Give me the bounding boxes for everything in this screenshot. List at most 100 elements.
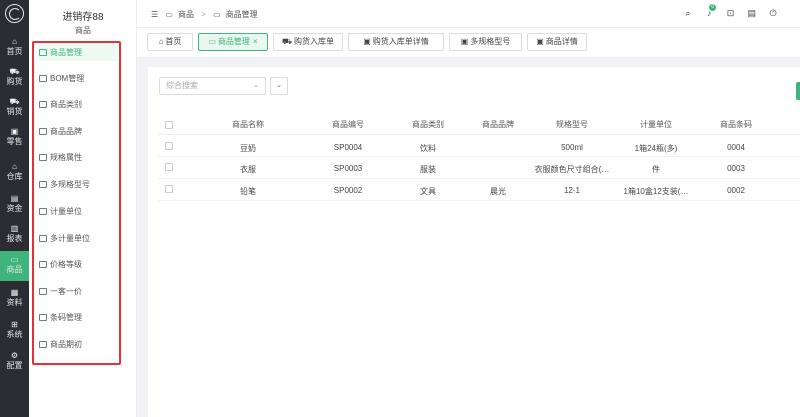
bell-icon[interactable]: ♪ 0	[704, 4, 717, 18]
menu-item-price-level[interactable]: 价格等级	[39, 257, 117, 273]
column-header: 商品编号	[332, 120, 364, 129]
menu-item-product-management[interactable]: 商品管理	[39, 45, 117, 61]
collapse-menu-icon[interactable]: ☰	[151, 10, 158, 19]
tab-purchase-receipt[interactable]: ⛟ 购货入库单	[273, 33, 343, 51]
table-cell: 衣服颜色尺寸组合(…	[534, 165, 610, 174]
row-divider	[158, 200, 800, 201]
menu-item-opening-stock[interactable]: 商品期初	[39, 337, 117, 353]
rail-item-products[interactable]: ▭ 商品	[0, 251, 29, 281]
menu-item-label: 多计量单位	[50, 234, 90, 243]
rail-item-label: 报表	[6, 234, 23, 243]
box-icon: ▭	[10, 255, 19, 264]
rail-item-label: 资金	[6, 204, 23, 213]
search-select[interactable]: 综合搜索 ⌄	[159, 77, 266, 95]
tab-label: 多规格型号	[470, 37, 511, 46]
row-checkbox[interactable]	[165, 163, 173, 171]
rail-item-home[interactable]: ⌂ 首页	[0, 33, 29, 62]
toolbar-icons: ⌕ ♪ 0 ⊡ ▤ ⏻	[674, 4, 778, 18]
menu-item-label: 规格属性	[50, 153, 82, 162]
rail-item-warehouse[interactable]: ⌂ 仓库	[0, 158, 29, 187]
menu-item-label: 计量单位	[50, 207, 82, 216]
rail-item-purchase[interactable]: ⛟ 购货	[0, 63, 29, 92]
home-icon: ⌂	[12, 37, 17, 46]
table-cell: 1箱10盒12支装(…	[623, 187, 689, 196]
table-cell: 晨光	[490, 187, 506, 196]
menu-item-unit[interactable]: 计量单位	[39, 204, 117, 220]
rail-item-label: 系统	[6, 330, 23, 339]
rail-item-data[interactable]: ▦ 资料	[0, 284, 29, 313]
scale-icon	[39, 208, 47, 215]
logo-icon	[5, 4, 24, 23]
sell-cart-icon: ⛟	[9, 97, 20, 106]
rail-item-finance[interactable]: ▤ 资金	[0, 190, 29, 219]
expand-filter-button[interactable]: ⌄	[270, 77, 288, 95]
menu-item-customer-price[interactable]: 一客一价	[39, 284, 117, 300]
table-cell: 件	[652, 165, 660, 174]
breadcrumb-item[interactable]: 商品	[178, 10, 194, 19]
select-all-checkbox[interactable]	[165, 121, 173, 129]
close-icon[interactable]: ×	[253, 37, 258, 46]
rail-item-label: 商品	[6, 265, 23, 274]
tag-icon	[39, 154, 47, 161]
menu-item-barcode[interactable]: 条码管理	[39, 310, 117, 326]
rail-item-sales[interactable]: ⛟ 销货	[0, 93, 29, 122]
rail-item-retail[interactable]: ▣ 零售	[0, 123, 29, 152]
menu-item-bom[interactable]: BOM管理	[39, 71, 117, 87]
menu-item-label: 商品类别	[50, 100, 82, 109]
menu-item-label: 多规格型号	[50, 180, 90, 189]
column-header: 商品条码	[720, 120, 752, 129]
menu-item-multi-spec[interactable]: 多规格型号	[39, 177, 117, 193]
barcode-icon	[39, 314, 47, 321]
menu-item-multi-unit[interactable]: 多计量单位	[39, 231, 117, 247]
section-title: 商品	[75, 26, 91, 35]
power-icon[interactable]: ⏻	[768, 8, 778, 18]
document-icon	[39, 75, 47, 82]
rail-item-label: 首页	[6, 47, 23, 56]
layers-icon: ▣	[460, 37, 469, 46]
tab-label: 商品管理	[217, 37, 250, 46]
table-cell: 饮料	[420, 144, 436, 153]
menu-item-spec-attributes[interactable]: 规格属性	[39, 150, 117, 166]
tab-bar: ⌂ 首页 ▭ 商品管理 × ⛟ 购货入库单 ▣ 购货入库单详情 ▣ 多规格型号 ▣ 商品详情	[137, 28, 800, 58]
top-bar: ☰ ▭ 商品 > ▭ 商品管理 ⌕ ♪ 0 ⊡ ▤ ⏻	[137, 0, 800, 28]
rail-item-reports[interactable]: ▥ 报表	[0, 220, 29, 249]
data-icon: ▦	[10, 288, 19, 297]
print-icon[interactable]: ▤	[747, 8, 757, 18]
lock-icon[interactable]: ⊡	[726, 8, 736, 18]
category-icon	[39, 101, 47, 108]
report-icon: ▥	[10, 224, 19, 233]
main-content: 综合搜索 ⌄ ⌄ 新 商品名称 商品编号 商品类别 商品品牌 规格型号 计量单位…	[137, 58, 800, 417]
menu-item-category[interactable]: 商品类别	[39, 97, 117, 113]
rail-item-label: 资料	[6, 298, 23, 307]
tab-product-management[interactable]: ▭ 商品管理 ×	[198, 33, 268, 51]
table-cell: 500ml	[561, 143, 583, 152]
box-icon	[39, 49, 47, 56]
new-button[interactable]: 新	[796, 82, 800, 100]
table-cell: 衣服	[240, 165, 256, 174]
cart-icon: ⛟	[9, 67, 20, 76]
multi-scale-icon	[39, 235, 47, 242]
tab-product-detail[interactable]: ▣ 商品详情	[527, 33, 587, 51]
row-checkbox[interactable]	[165, 185, 173, 193]
rail-item-system[interactable]: ⊞ 系统	[0, 316, 29, 345]
menu-item-label: 价格等级	[50, 260, 82, 269]
row-checkbox[interactable]	[165, 142, 173, 150]
menu-item-label: 商品品牌	[50, 127, 82, 136]
table-cell: SP0004	[333, 143, 363, 152]
menu-item-label: 商品管理	[50, 48, 82, 57]
column-header: 规格型号	[556, 120, 588, 129]
product-table: 商品名称 商品编号 商品类别 商品品牌 规格型号 计量单位 商品条码 豆奶 SP…	[148, 103, 800, 417]
menu-item-label: 一客一价	[50, 287, 82, 296]
menu-item-label: 条码管理	[50, 313, 82, 322]
filter-card: 综合搜索 ⌄ ⌄ 新	[148, 67, 800, 107]
search-icon[interactable]: ⌕	[683, 8, 693, 18]
table-cell: 0002	[727, 186, 745, 195]
tab-home[interactable]: ⌂ 首页	[147, 33, 193, 51]
table-cell: 服装	[420, 165, 436, 174]
cart-icon: ⛟	[281, 37, 293, 46]
tab-multi-spec[interactable]: ▣ 多规格型号	[449, 33, 522, 51]
rail-item-config[interactable]: ⚙ 配置	[0, 347, 29, 376]
rail-item-label: 仓库	[6, 172, 23, 181]
tab-purchase-receipt-detail[interactable]: ▣ 购货入库单详情	[348, 33, 444, 51]
menu-item-brand[interactable]: 商品品牌	[39, 124, 117, 140]
